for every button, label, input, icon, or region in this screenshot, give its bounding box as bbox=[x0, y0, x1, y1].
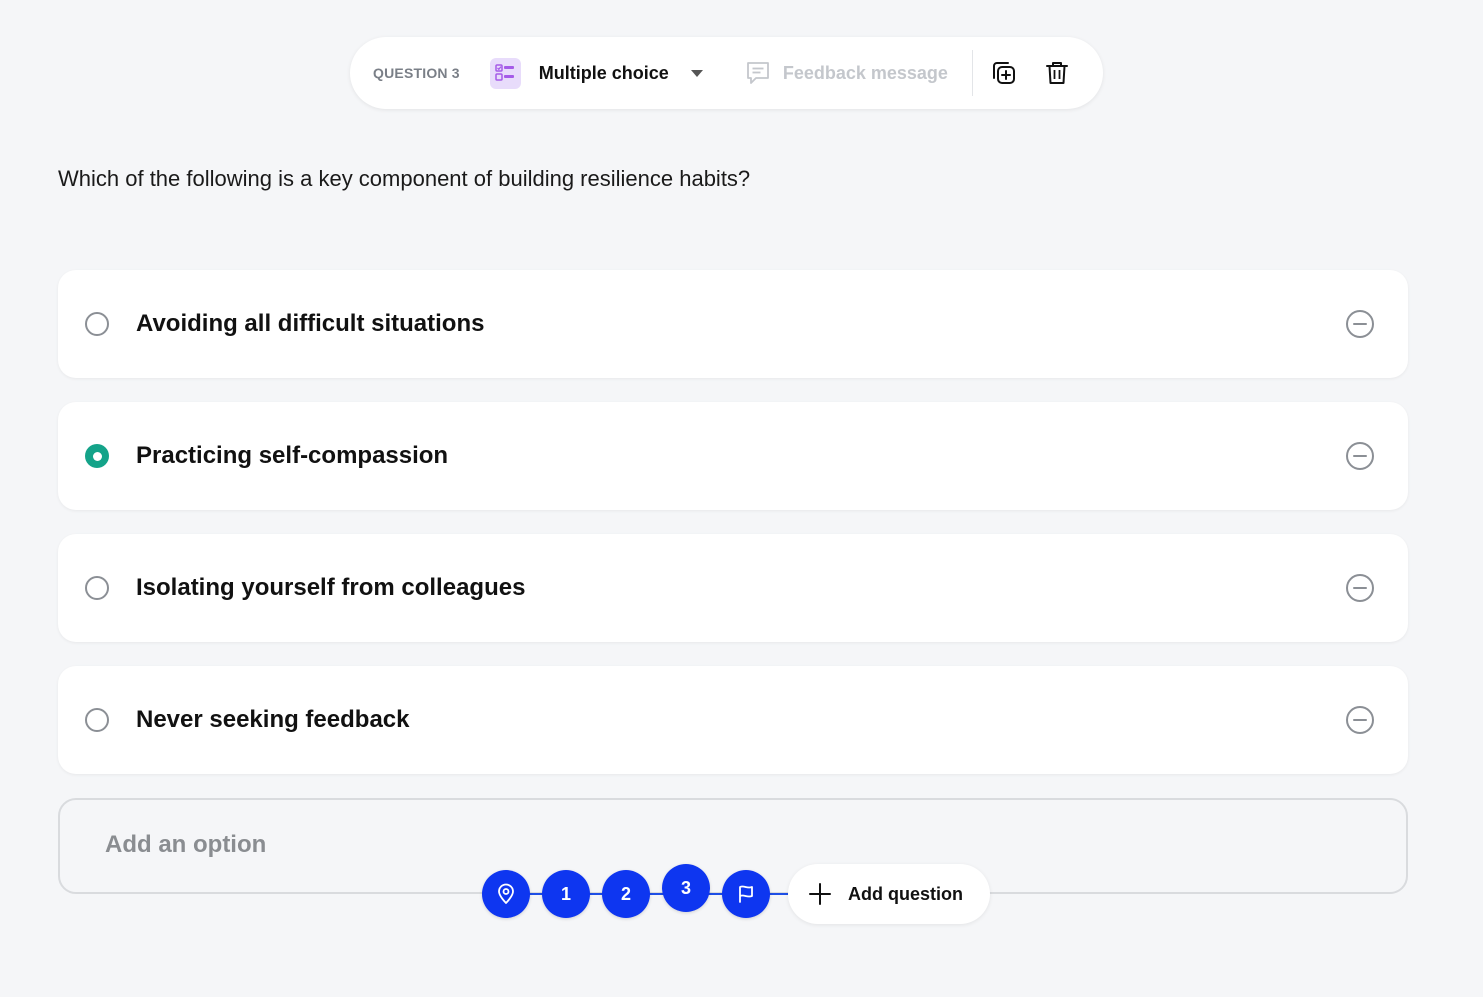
add-question-label: Add question bbox=[848, 883, 963, 904]
add-option-input[interactable] bbox=[103, 830, 707, 860]
duplicate-button[interactable] bbox=[983, 53, 1023, 93]
chevron-down-icon[interactable] bbox=[690, 69, 703, 77]
feedback-message-button[interactable]: Feedback message bbox=[745, 60, 948, 86]
option-label[interactable]: Avoiding all difficult situations bbox=[136, 310, 1345, 338]
duplicate-icon bbox=[992, 62, 1015, 84]
feedback-message-label: Feedback message bbox=[782, 62, 948, 83]
question-navigator: 1 2 3 Add question bbox=[482, 860, 1002, 930]
option-radio[interactable] bbox=[85, 576, 109, 600]
multiple-choice-icon[interactable] bbox=[489, 57, 521, 89]
question-text[interactable]: Which of the following is a key componen… bbox=[58, 166, 750, 192]
option-radio[interactable] bbox=[85, 708, 109, 732]
plus-icon bbox=[809, 883, 831, 905]
option-radio-selected[interactable] bbox=[85, 444, 109, 468]
option-label[interactable]: Isolating yourself from colleagues bbox=[136, 574, 1345, 602]
location-pin-icon bbox=[498, 883, 514, 904]
question-number-label: QUESTION 3 bbox=[373, 65, 460, 81]
option-label[interactable]: Practicing self-compassion bbox=[136, 442, 1345, 470]
option-card: Never seeking feedback bbox=[58, 666, 1408, 774]
add-question-button[interactable]: Add question bbox=[788, 864, 990, 924]
question-toolbar: QUESTION 3 Multiple choice Feedback mess… bbox=[350, 37, 1103, 109]
start-step-button[interactable] bbox=[482, 870, 530, 918]
message-icon bbox=[746, 62, 769, 84]
end-step-button[interactable] bbox=[722, 870, 770, 918]
step-button-2[interactable]: 2 bbox=[602, 870, 650, 918]
minus-circle-icon[interactable] bbox=[1345, 441, 1375, 471]
toolbar-divider bbox=[971, 50, 973, 96]
delete-question-button[interactable] bbox=[1037, 53, 1077, 93]
option-card: Practicing self-compassion bbox=[58, 402, 1408, 510]
minus-circle-icon[interactable] bbox=[1345, 309, 1375, 339]
option-radio[interactable] bbox=[85, 312, 109, 336]
option-label[interactable]: Never seeking feedback bbox=[136, 706, 1345, 734]
trash-icon bbox=[1045, 62, 1068, 84]
step-button-1[interactable]: 1 bbox=[542, 870, 590, 918]
question-type-select[interactable]: Multiple choice bbox=[539, 63, 669, 84]
minus-circle-icon[interactable] bbox=[1345, 573, 1375, 603]
flag-icon bbox=[739, 885, 753, 903]
option-card: Isolating yourself from colleagues bbox=[58, 534, 1408, 642]
minus-circle-icon[interactable] bbox=[1345, 705, 1375, 735]
step-button-3-current[interactable]: 3 bbox=[662, 864, 710, 912]
option-card: Avoiding all difficult situations bbox=[58, 270, 1408, 378]
